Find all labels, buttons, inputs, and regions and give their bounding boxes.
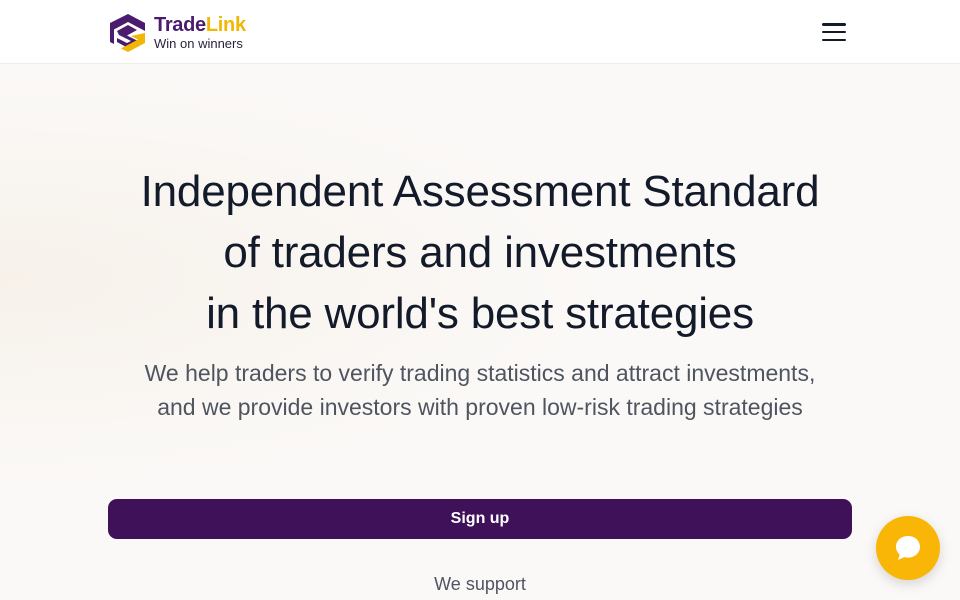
menu-bar <box>822 23 846 26</box>
hero-title-line-1: Independent Assessment Standard <box>140 167 820 216</box>
chat-bubble-icon <box>896 536 920 560</box>
site-header: TradeLink Win on winners <box>0 0 960 64</box>
chat-button[interactable] <box>876 516 940 580</box>
hero-section: Independent Assessment Standard of trade… <box>0 64 960 600</box>
tradelink-logo-icon <box>110 14 145 52</box>
we-support-heading: We support <box>434 574 526 594</box>
menu-bar <box>822 38 846 41</box>
hamburger-menu-icon[interactable] <box>820 20 848 44</box>
brand-name-part2: Link <box>205 13 246 36</box>
hero-title: Independent Assessment Standard of trade… <box>0 161 960 344</box>
brand-tagline: Win on winners <box>154 35 243 51</box>
hero-subtitle: We help traders to verify trading statis… <box>144 360 816 420</box>
sign-up-button[interactable]: Sign up <box>108 499 852 539</box>
brand-name: TradeLink <box>154 15 246 35</box>
hero-title-line-3: in the world's best strategies <box>206 289 754 338</box>
menu-bar <box>822 30 846 34</box>
tradelink-logo[interactable]: TradeLink Win on winners <box>107 11 246 53</box>
brand-name-part1: Trade <box>154 13 206 36</box>
hero-title-line-2: of traders and investments <box>223 228 737 277</box>
